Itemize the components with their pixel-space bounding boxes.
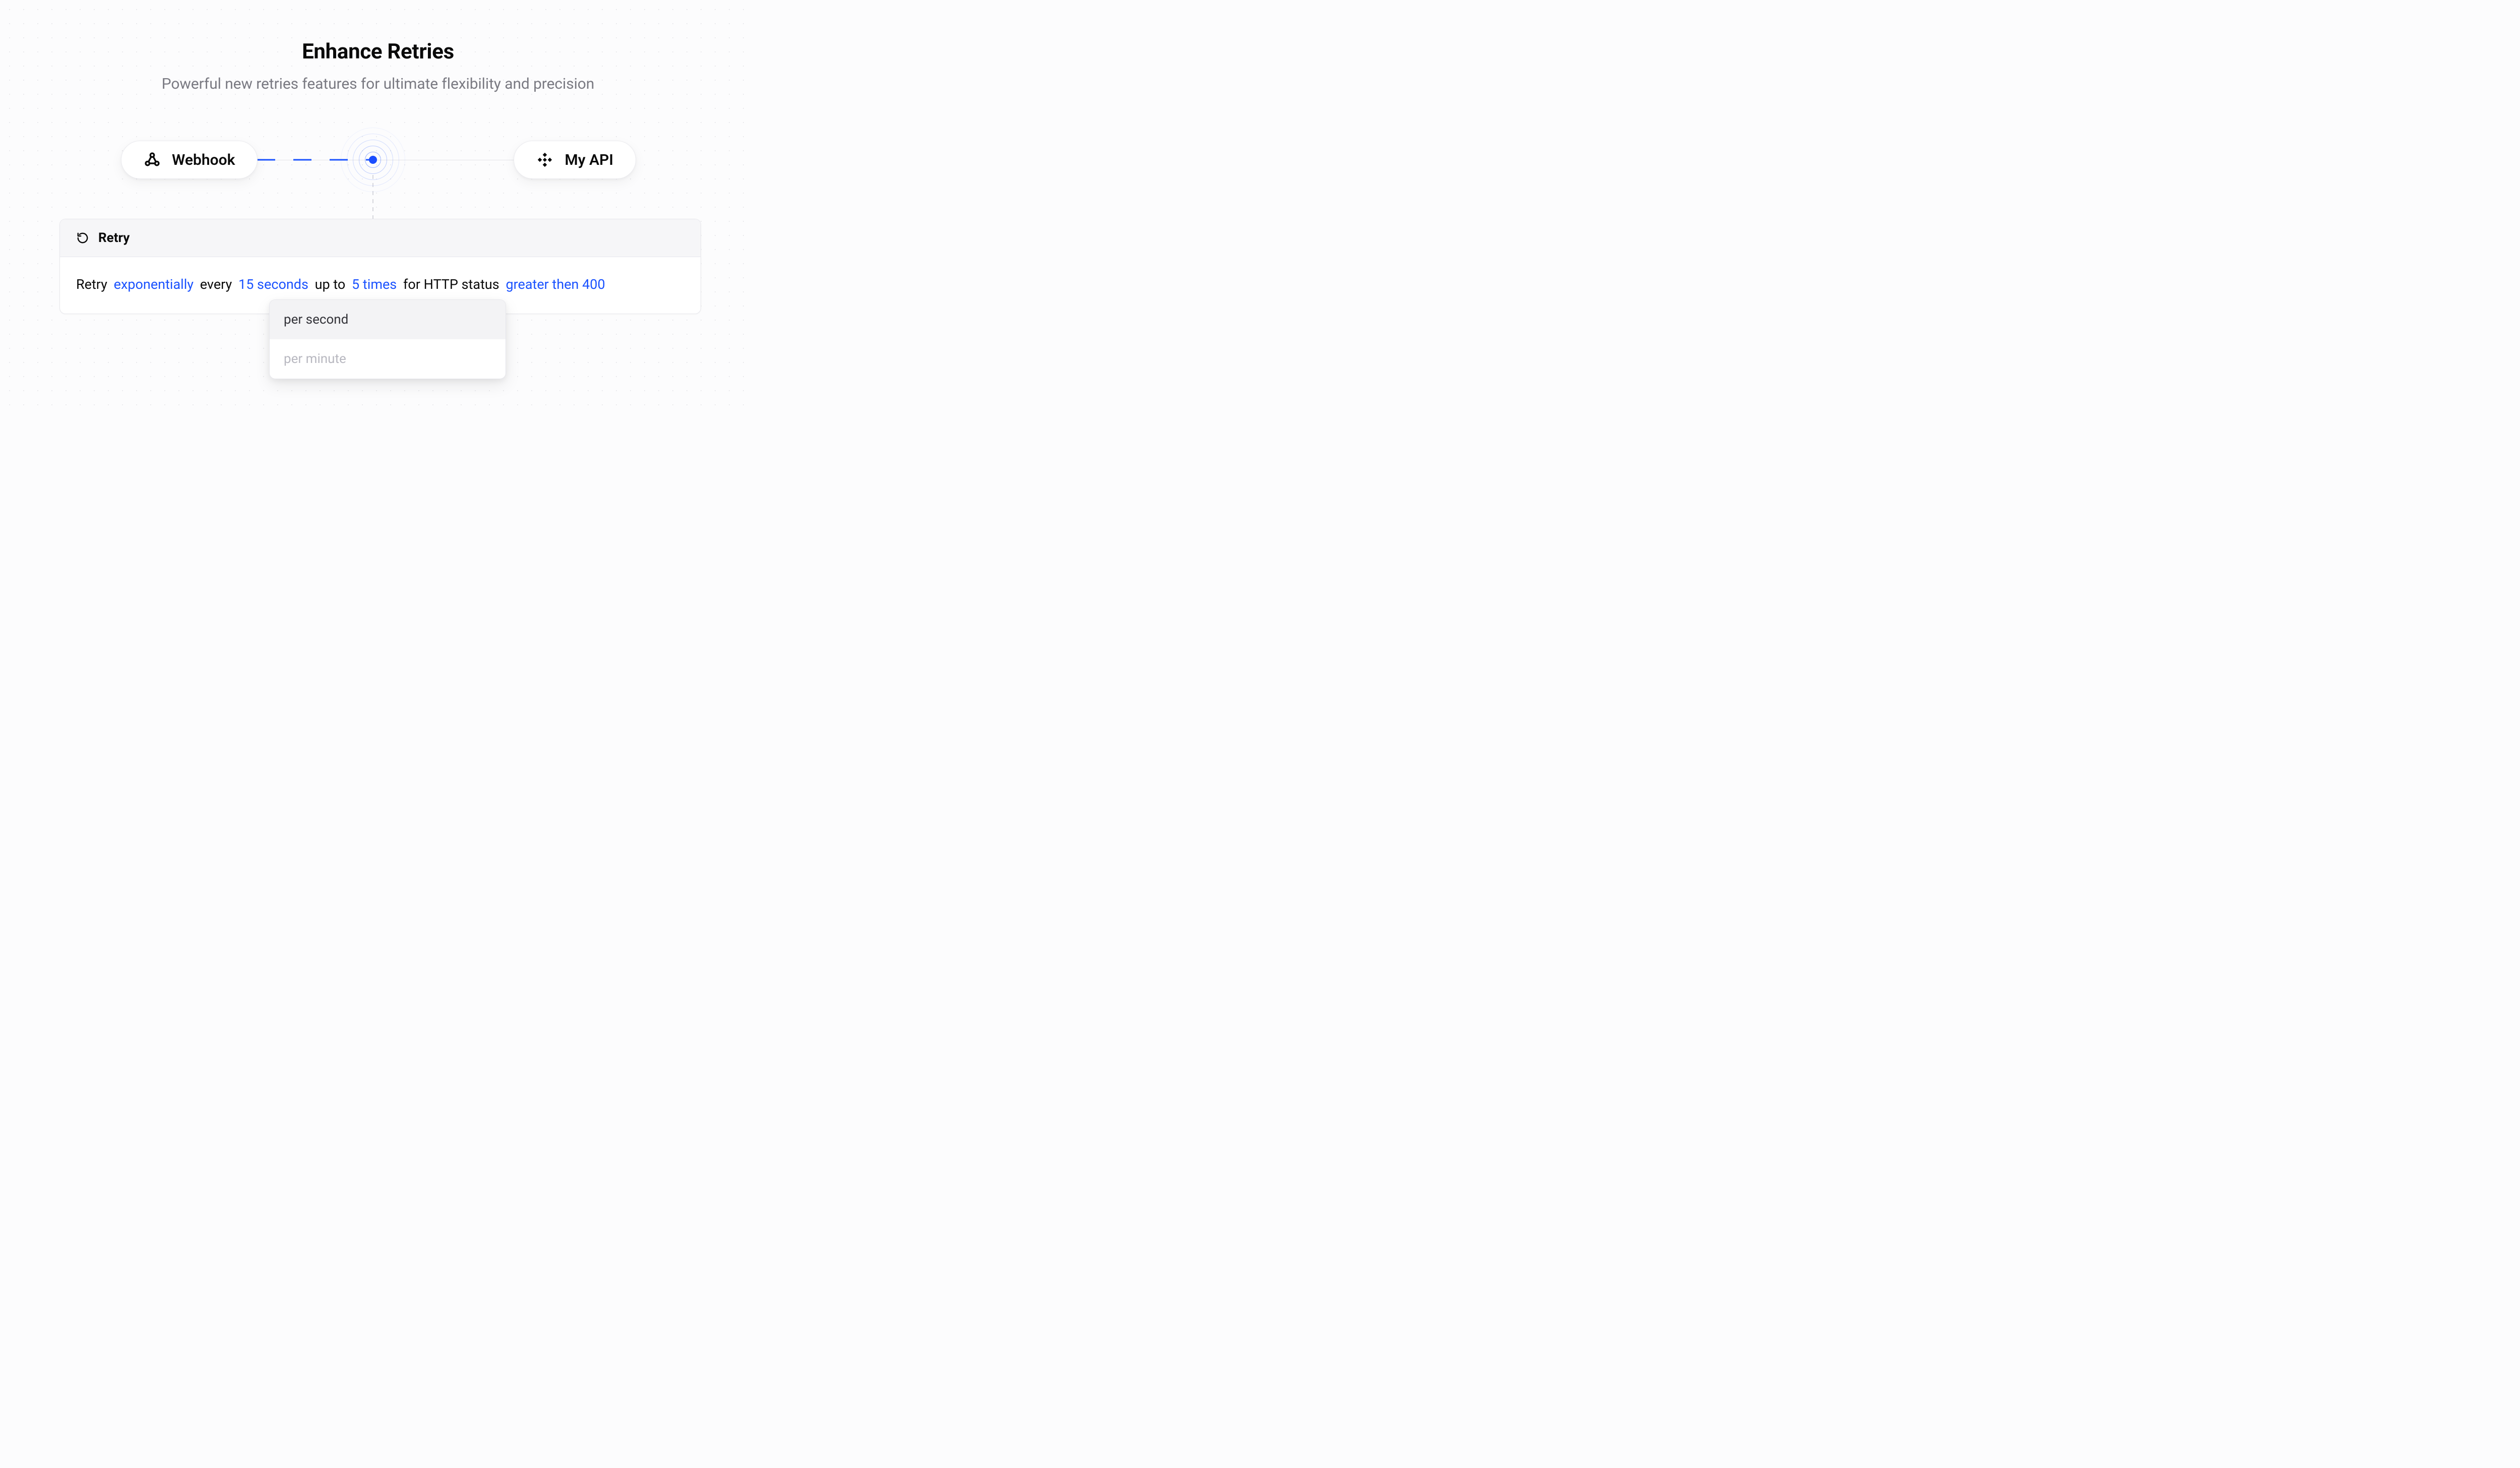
webhook-icon (144, 151, 161, 168)
connector-active-segment (257, 159, 373, 161)
api-icon (536, 151, 553, 168)
source-node-webhook[interactable]: Webhook (121, 141, 258, 179)
node-connector-row: Webhook My API (0, 138, 756, 181)
retry-icon (76, 231, 89, 244)
retry-interval-param[interactable]: 15 seconds (238, 276, 308, 292)
retry-condition-param[interactable]: greater then 400 (506, 276, 605, 292)
interval-unit-dropdown[interactable]: per second per minute (269, 299, 506, 379)
retry-card-header: Retry (60, 219, 701, 257)
destination-node-label: My API (564, 151, 613, 169)
retry-card-title: Retry (98, 230, 130, 246)
retry-count-param[interactable]: 5 times (352, 276, 397, 292)
dropdown-option-per-second[interactable]: per second (270, 300, 506, 339)
retry-upto-label: up to (315, 276, 346, 292)
retry-status-label: for HTTP status (403, 276, 499, 292)
page-subtitle: Powerful new retries features for ultima… (0, 75, 756, 93)
retry-strategy-param[interactable]: exponentially (114, 276, 194, 292)
retry-prefix: Retry (76, 276, 107, 292)
source-node-label: Webhook (172, 151, 235, 169)
dropdown-option-per-minute[interactable]: per minute (270, 339, 506, 379)
page-title: Enhance Retries (0, 39, 756, 64)
destination-node-myapi[interactable]: My API (514, 141, 636, 179)
retry-every-label: every (200, 276, 232, 292)
